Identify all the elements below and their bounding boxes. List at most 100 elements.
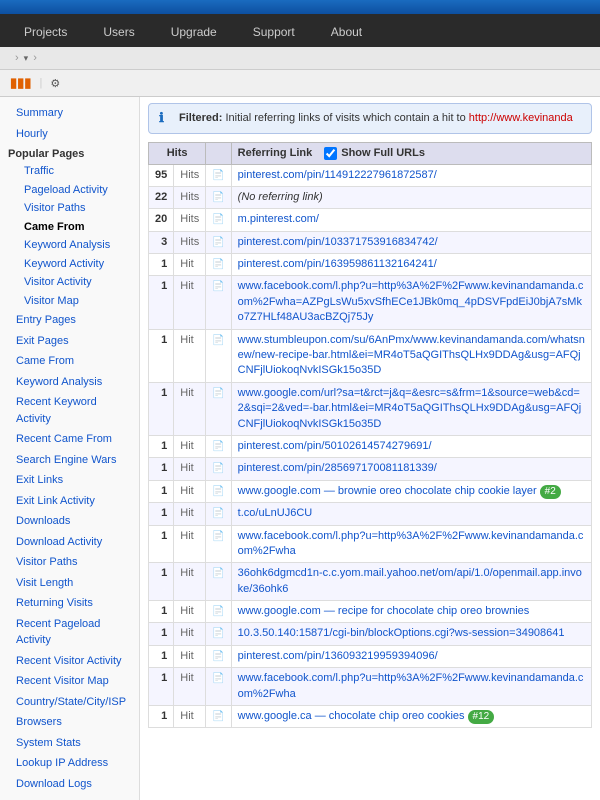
referring-link[interactable]: www.google.ca — chocolate chip oreo cook…: [238, 710, 465, 722]
sidebar: SummaryHourlyPopular PagesTrafficPageloa…: [0, 97, 140, 800]
sidebar-item-country/state/city/isp[interactable]: Country/State/City/ISP: [0, 692, 139, 713]
sidebar-item-recent-came-from[interactable]: Recent Came From: [0, 429, 139, 450]
referring-link[interactable]: pinterest.com/pin/50102614574279691/: [238, 440, 432, 452]
link-cell: pinterest.com/pin/50102614574279691/: [231, 435, 591, 457]
referring-link[interactable]: www.facebook.com/l.php?u=http%3A%2F%2Fww…: [238, 280, 584, 323]
row-icon: 📄: [206, 209, 231, 231]
project-dropdown-arrow[interactable]: ▾: [24, 53, 29, 63]
table-row: 1Hit📄pinterest.com/pin/28569717008118133…: [149, 458, 592, 480]
sidebar-item-search-engine-wars[interactable]: Search Engine Wars: [0, 450, 139, 471]
sidebar-item-entry-pages[interactable]: Entry Pages: [0, 310, 139, 331]
sidebar-sub-came-from[interactable]: Came From: [0, 218, 139, 237]
page-icon: 📄: [212, 651, 224, 662]
row-icon: 📄: [206, 525, 231, 563]
sidebar-item-recent-keyword-activity[interactable]: Recent Keyword Activity: [0, 392, 139, 429]
sidebar-item-browsers[interactable]: Browsers: [0, 712, 139, 733]
referring-link[interactable]: www.stumbleupon.com/su/6AnPmx/www.kevina…: [238, 334, 585, 377]
hits-count: 1: [149, 668, 174, 706]
sidebar-item-exit-pages[interactable]: Exit Pages: [0, 331, 139, 352]
table-body: 95Hits📄pinterest.com/pin/114912227961872…: [149, 164, 592, 728]
table-row: 1Hit📄10.3.50.140:15871/cgi-bin/blockOpti…: [149, 623, 592, 645]
sidebar-item-recent-visitor-map[interactable]: Recent Visitor Map: [0, 671, 139, 692]
breadcrumb-project[interactable]: ▾: [24, 52, 29, 64]
row-icon: 📄: [206, 435, 231, 457]
hits-count: 20: [149, 209, 174, 231]
show-full-urls-checkbox[interactable]: [324, 147, 337, 160]
row-icon: 📄: [206, 186, 231, 208]
sidebar-sub-visitor-activity[interactable]: Visitor Activity: [0, 273, 139, 292]
header: [0, 0, 600, 14]
link-cell: www.google.com — recipe for chocolate ch…: [231, 601, 591, 623]
table-row: 1Hit📄www.stumbleupon.com/su/6AnPmx/www.k…: [149, 329, 592, 382]
sidebar-item-system-stats[interactable]: System Stats: [0, 733, 139, 754]
table-row: 1Hit📄www.facebook.com/l.php?u=http%3A%2F…: [149, 276, 592, 329]
sidebar-item-recent-pageload-activity[interactable]: Recent Pageload Activity: [0, 614, 139, 651]
sidebar-item-exit-link-activity[interactable]: Exit Link Activity: [0, 491, 139, 512]
referring-link[interactable]: www.google.com — brownie oreo chocolate …: [238, 485, 537, 497]
sidebar-item-keyword-analysis[interactable]: Keyword Analysis: [0, 372, 139, 393]
hits-label: Hit: [174, 382, 206, 435]
sidebar-item-exit-links[interactable]: Exit Links: [0, 470, 139, 491]
row-icon: 📄: [206, 164, 231, 186]
referring-link[interactable]: www.google.com/url?sa=t&rct=j&q=&esrc=s&…: [238, 387, 582, 430]
page-icon: 📄: [212, 335, 224, 346]
referring-link[interactable]: m.pinterest.com/: [238, 213, 319, 225]
sidebar-item-summary[interactable]: Summary: [0, 103, 139, 124]
sidebar-item-came-from[interactable]: Came From: [0, 351, 139, 372]
sidebar-item-download-logs[interactable]: Download Logs: [0, 774, 139, 795]
sidebar-item-hourly[interactable]: Hourly: [0, 124, 139, 145]
hits-count: 22: [149, 186, 174, 208]
referring-link[interactable]: www.facebook.com/l.php?u=http%3A%2F%2Fww…: [238, 672, 584, 699]
referring-link[interactable]: pinterest.com/pin/103371753916834742/: [238, 236, 438, 248]
col-link: Referring Link Show Full URLs: [231, 142, 591, 164]
sidebar-sub-pageload-activity[interactable]: Pageload Activity: [0, 181, 139, 200]
col-icon: [206, 142, 231, 164]
table-row: 1Hit📄pinterest.com/pin/50102614574279691…: [149, 435, 592, 457]
row-icon: 📄: [206, 231, 231, 253]
referring-link[interactable]: pinterest.com/pin/136093219959394096/: [238, 650, 438, 662]
table-row: 1Hit📄36ohk6dgmcd1n-c.c.yom.mail.yahoo.ne…: [149, 563, 592, 601]
sidebar-sub-traffic[interactable]: Traffic: [0, 162, 139, 181]
page-icon: 📄: [212, 673, 224, 684]
sidebar-item-downloads[interactable]: Downloads: [0, 511, 139, 532]
hits-count: 95: [149, 164, 174, 186]
sidebar-item-returning-visits[interactable]: Returning Visits: [0, 593, 139, 614]
referring-link[interactable]: pinterest.com/pin/114912227961872587/: [238, 169, 437, 181]
sidebar-item-recent-visitor-activity[interactable]: Recent Visitor Activity: [0, 651, 139, 672]
referring-link[interactable]: www.facebook.com/l.php?u=http%3A%2F%2Fww…: [238, 530, 584, 557]
table-row: 1Hit📄pinterest.com/pin/16395986113216424…: [149, 254, 592, 276]
nav-item-support[interactable]: Support: [235, 17, 313, 47]
table-row: 3Hits📄pinterest.com/pin/1033717539168347…: [149, 231, 592, 253]
filter-text: Filtered: Initial referring links of vis…: [179, 110, 581, 127]
sidebar-item-visitor-paths[interactable]: Visitor Paths: [0, 552, 139, 573]
main-layout: SummaryHourlyPopular PagesTrafficPageloa…: [0, 97, 600, 800]
page-icon: 📄: [212, 531, 224, 542]
sidebar-sub-keyword-analysis[interactable]: Keyword Analysis: [0, 236, 139, 255]
page-icon: 📄: [212, 388, 224, 399]
sidebar-sub-keyword-activity[interactable]: Keyword Activity: [0, 255, 139, 274]
referring-link[interactable]: pinterest.com/pin/163959861132164241/: [238, 258, 437, 270]
referring-link[interactable]: 10.3.50.140:15871/cgi-bin/blockOptions.c…: [238, 627, 565, 639]
hits-count: 1: [149, 254, 174, 276]
page-icon: 📄: [212, 214, 224, 225]
filter-url[interactable]: http://www.kevinanda: [469, 112, 573, 124]
nav-item-upgrade[interactable]: Upgrade: [153, 17, 235, 47]
col-hits: Hits: [149, 142, 206, 164]
referring-link[interactable]: pinterest.com/pin/285697170081181339/: [238, 462, 437, 474]
sidebar-sub-visitor-paths[interactable]: Visitor Paths: [0, 199, 139, 218]
nav-item-projects[interactable]: Projects: [6, 17, 85, 47]
sidebar-item-lookup-ip-address[interactable]: Lookup IP Address: [0, 753, 139, 774]
sidebar-item-download-activity[interactable]: Download Activity: [0, 532, 139, 553]
sidebar-sub-visitor-map[interactable]: Visitor Map: [0, 292, 139, 311]
referring-link[interactable]: www.google.com — recipe for chocolate ch…: [238, 605, 530, 617]
config-link[interactable]: ⚙: [50, 77, 63, 90]
sidebar-item-visit-length[interactable]: Visit Length: [0, 573, 139, 594]
referring-link[interactable]: 36ohk6dgmcd1n-c.c.yom.mail.yahoo.net/om/…: [238, 567, 582, 594]
link-cell: pinterest.com/pin/136093219959394096/: [231, 645, 591, 667]
hits-count: 1: [149, 458, 174, 480]
referring-link[interactable]: t.co/uLnUJ6CU: [238, 507, 313, 519]
nav-item-about[interactable]: About: [313, 17, 380, 47]
nav-item-users[interactable]: Users: [85, 17, 152, 47]
hits-label: Hit: [174, 645, 206, 667]
breadcrumb-sep2: ›: [33, 52, 37, 64]
